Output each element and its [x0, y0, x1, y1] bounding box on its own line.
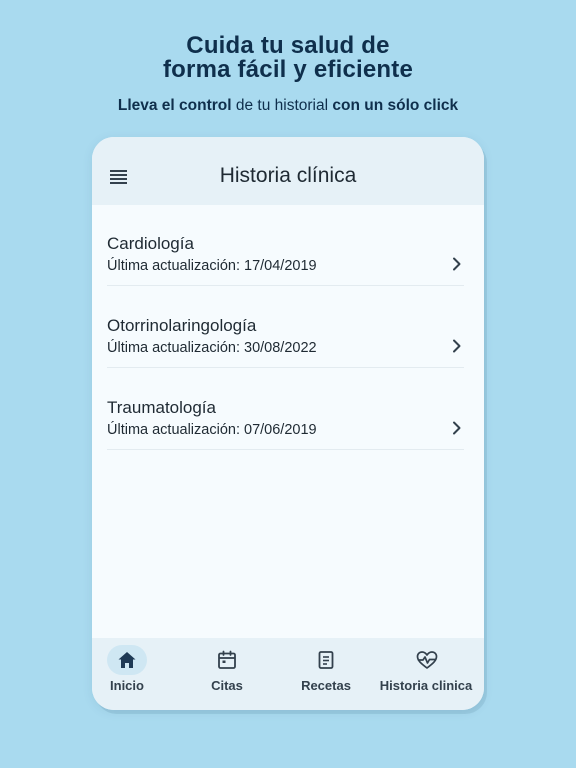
- document-icon: [318, 651, 334, 669]
- nav-label-historia-clinica: Historia clinica: [379, 678, 473, 693]
- promo-sub-bold2: con un sólo click: [332, 97, 459, 114]
- phone-screen: Historia clínica Cardiología Última actu…: [92, 137, 484, 710]
- list-item[interactable]: Cardiología Última actualización: 17/04/…: [107, 205, 464, 286]
- nav-item-recetas[interactable]: Recetas: [291, 638, 361, 710]
- list-item[interactable]: Traumatología Última actualización: 07/0…: [107, 369, 464, 450]
- nav-label-citas: Citas: [211, 678, 243, 693]
- promo-sub-normal: de tu historial: [231, 97, 333, 114]
- record-updated: Última actualización: 17/04/2019: [107, 258, 317, 274]
- calendar-icon: [218, 650, 236, 669]
- app-header: Historia clínica: [92, 137, 484, 205]
- nav-active-indicator: [107, 645, 147, 675]
- record-title: Otorrinolaringología: [107, 316, 257, 335]
- record-title: Traumatología: [107, 398, 216, 417]
- heart-pulse-icon: [416, 651, 438, 669]
- record-updated: Última actualización: 30/08/2022: [107, 340, 317, 356]
- chevron-right-icon: [453, 257, 461, 271]
- promo-headline-line2: forma fácil y eficiente: [162, 56, 414, 83]
- promo-headline-line1: Cuida tu salud de: [186, 32, 390, 59]
- nav-item-inicio[interactable]: Inicio: [92, 638, 162, 710]
- bottom-nav: Inicio Citas Recetas Historia clinica: [92, 638, 484, 710]
- promo-sub-bold1: Lleva el control: [117, 97, 232, 114]
- chevron-right-icon: [453, 339, 461, 353]
- promo-headline: Cuida tu salud de forma fácil y eficient…: [0, 34, 576, 82]
- records-list: Cardiología Última actualización: 17/04/…: [107, 205, 464, 451]
- nav-label-inicio: Inicio: [110, 678, 144, 693]
- record-updated: Última actualización: 07/06/2019: [107, 422, 317, 438]
- chevron-right-icon: [453, 421, 461, 435]
- page-title: Historia clínica: [219, 164, 357, 187]
- home-icon: [118, 652, 136, 668]
- list-item[interactable]: Otorrinolaringología Última actualizació…: [107, 287, 464, 368]
- nav-item-citas[interactable]: Citas: [192, 638, 262, 710]
- nav-item-historia-clinica[interactable]: Historia clinica: [378, 638, 474, 710]
- record-title: Cardiología: [107, 234, 194, 253]
- promo-subline: Lleva el control de tu historial con un …: [0, 97, 576, 115]
- nav-label-recetas: Recetas: [301, 678, 351, 693]
